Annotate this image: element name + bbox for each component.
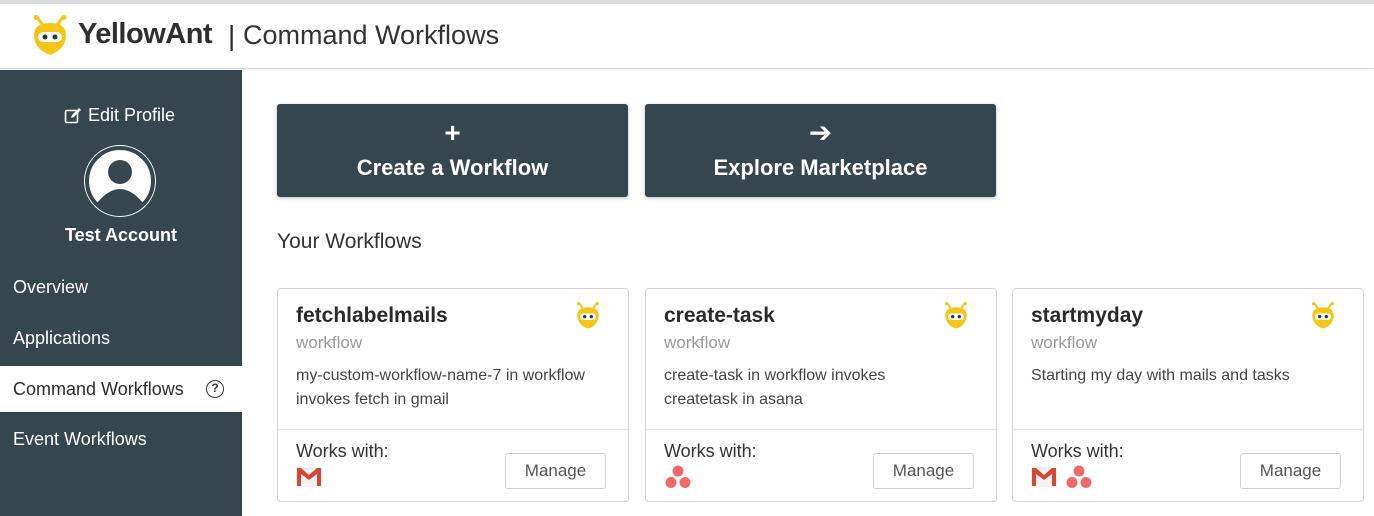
works-with-label: Works with: [664,441,757,461]
explore-marketplace-label: Explore Marketplace [713,155,928,180]
works-with-label: Works with: [296,441,389,461]
nav-item-overview[interactable]: Overview [0,264,242,310]
workflow-description: Starting my day with mails and tasks [1031,367,1290,384]
nav-item-event-workflows[interactable]: Event Workflows [0,416,242,462]
nav-item-applications[interactable]: Applications [0,315,242,361]
manage-button[interactable]: Manage [873,453,974,489]
workflow-card-fetchlabelmails[interactable]: fetchlabelmails workflow my-custom-workf… [277,288,629,502]
yellowant-logo-icon [945,302,967,329]
workflow-description: create-task in workflow invokes createta… [664,367,886,408]
manage-button[interactable]: Manage [1240,453,1341,489]
workflow-name: fetchlabelmails [296,304,448,327]
explore-marketplace-button[interactable]: ➔ Explore Marketplace [645,104,996,197]
manage-button[interactable]: Manage [505,453,606,489]
app-icons [296,465,322,489]
asana-icon [1066,465,1092,488]
asana-icon [665,465,691,488]
nav-item-label: Overview [13,277,89,297]
page-title: Command Workflows [243,20,500,50]
title-separator: | [228,20,236,51]
nav-item-label: Applications [13,328,111,348]
help-icon[interactable]: ? [206,380,224,398]
workflow-description: my-custom-workflow-name-7 in workflow in… [296,367,585,408]
edit-icon [64,107,81,123]
workflow-card-startmyday[interactable]: startmyday workflow Starting my day with… [1012,288,1364,502]
app-header: YellowAnt | Command Workflows [0,4,1374,69]
app-icons [664,465,692,489]
nav-item-label: Event Workflows [13,429,147,449]
works-with-label: Works with: [1031,441,1124,461]
yellowant-logo-icon [577,302,599,329]
arrow-right-icon: ➔ [808,117,833,148]
workflow-type: workflow [296,333,363,352]
edit-profile-label: Edit Profile [88,105,176,125]
create-workflow-label: Create a Workflow [356,155,549,180]
workflow-type: workflow [1031,333,1098,352]
user-avatar-icon [84,145,156,217]
gmail-icon [296,467,322,487]
account-name: Test Account [64,225,177,245]
card-divider [278,429,628,430]
yellowant-logo-icon[interactable] [30,15,70,57]
create-workflow-button[interactable]: + Create a Workflow [277,104,628,197]
nav-item-command-workflows[interactable]: Command Workflows ? [0,366,242,412]
workflow-name: create-task [664,304,775,327]
workflow-name: startmyday [1031,304,1144,327]
card-divider [1013,429,1363,430]
workflow-type: workflow [664,333,731,352]
brand-name: YellowAnt [78,18,213,50]
gmail-icon [1031,467,1057,487]
app-icons [1031,465,1093,489]
sidebar: Edit Profile Test Account Overview Appli… [0,70,242,516]
plus-icon: + [444,117,461,148]
nav-item-label: Command Workflows [13,379,184,399]
card-divider [646,429,996,430]
yellowant-logo-icon [1312,302,1334,329]
edit-profile-link[interactable]: Edit Profile [64,105,175,126]
workflow-card-create-task[interactable]: create-task workflow create-task in work… [645,288,997,502]
section-title: Your Workflows [277,230,422,253]
